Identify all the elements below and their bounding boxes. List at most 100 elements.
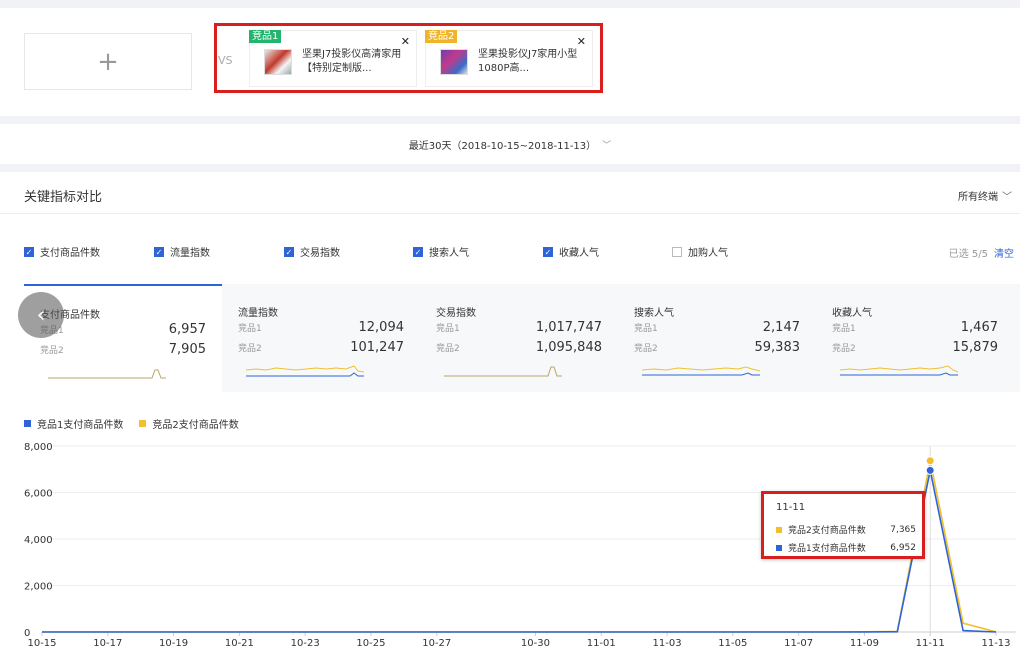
series-label: 竞品1 [436,324,460,334]
metric-value: 12,094 [358,320,405,335]
series-label: 竞品2 [436,344,460,354]
checkbox-icon: ✓ [543,246,553,257]
clear-link[interactable]: 清空 [994,245,1014,260]
sparkline [642,366,760,376]
metric-name: 流量指数 [238,308,278,319]
checkbox-label: 收藏人气 [559,248,599,259]
x-tick-label: 11-11 [916,638,945,649]
x-tick-label: 10-21 [225,638,254,649]
metric-name: 搜索人气 [634,308,674,319]
series-label: 竞品2 [40,346,64,356]
y-tick-label: 4,000 [24,535,53,546]
legend-swatch [24,420,31,427]
x-tick-label: 10-25 [356,638,385,649]
date-range-label: 最近30天（2018-10-15~2018-11-13） [408,140,597,152]
checkbox-icon: ✓ [24,246,34,257]
tooltip-swatch [776,526,782,533]
series-label: 竞品2 [238,344,262,354]
x-tick-label: 11-07 [784,638,813,649]
sparkline [840,365,958,376]
metric-value: 7,905 [168,342,206,357]
metric-value: 15,879 [952,340,999,355]
section-header: 关键指标对比 所有终端 ﹀ [0,172,1020,214]
checkbox-label: 搜索人气 [429,248,469,259]
sparkline [246,365,364,377]
y-tick-label: 6,000 [24,489,53,500]
tooltip-value: 7,365 [890,524,916,535]
chevron-down-icon: ﹀ [602,140,612,151]
highlight-frame [214,23,603,93]
terminal-select-label: 所有终端 [958,192,998,203]
checkbox-label: 支付商品件数 [40,248,100,259]
metric-name: 收藏人气 [832,308,872,319]
x-tick-label: 11-03 [653,638,682,649]
x-tick-label: 11-05 [718,638,747,649]
metric-name: 交易指数 [436,308,476,319]
chevron-down-icon: ﹀ [1002,192,1012,203]
tooltip-label: 竞品1支付商品件数 [788,544,866,554]
legend-label: 竞品1支付商品件数 [37,420,124,431]
checkbox-icon: ✓ [672,246,682,257]
checkbox-icon: ✓ [284,246,294,257]
x-tick-label: 10-19 [159,638,188,649]
x-tick-label: 10-30 [521,638,550,649]
y-tick-label: 2,000 [24,582,53,593]
x-tick-label: 10-23 [291,638,320,649]
metric-card-trade-index[interactable]: 交易指数 竞品1 1,017,747 竞品2 1,095,848 [420,284,618,392]
legend-swatch [139,420,147,427]
series-label: 竞品1 [238,324,262,334]
x-tick-label: 10-27 [422,638,451,649]
tooltip-value: 6,952 [890,542,916,553]
selected-count: 已选 5/5 [948,249,988,260]
tooltip-label: 竞品2支付商品件数 [788,526,866,536]
metric-value: 1,017,747 [535,320,602,335]
y-tick-label: 8,000 [24,442,53,453]
tooltip-date: 11-11 [776,502,806,513]
date-range-selector[interactable]: 最近30天（2018-10-15~2018-11-13） ﹀ [0,124,1020,164]
series-label: 竞品2 [634,344,658,354]
x-tick-label: 11-09 [850,638,879,649]
checkbox-label: 加购人气 [688,248,728,259]
prev-arrow-button[interactable]: ‹ [18,292,64,338]
checkbox-pay-items[interactable]: ✓ 支付商品件数 [24,244,100,259]
key-metrics-panel: 关键指标对比 所有终端 ﹀ ✓ 支付商品件数 ✓ 流量指数 ✓ 交易指数 ✓ 搜索人气 ✓… [0,172,1020,667]
metric-value: 6,957 [168,322,206,337]
series-point-2 [925,456,935,466]
metric-card-favorite-popularity[interactable]: 收藏人气 竞品1 1,467 竞品2 15,879 [816,284,1014,392]
checkbox-search-popularity[interactable]: ✓ 搜索人气 [413,244,469,259]
metric-card-traffic-index[interactable]: 流量指数 竞品1 12,094 竞品2 101,247 [222,284,420,392]
checkbox-cart-popularity[interactable]: ✓ 加购人气 [672,244,728,259]
legend-item-series1[interactable]: 竞品1支付商品件数 [24,416,123,431]
checkbox-favorite-popularity[interactable]: ✓ 收藏人气 [543,244,599,259]
metric-value: 1,467 [960,320,998,335]
section-title: 关键指标对比 [24,190,103,205]
x-tick-label: 11-13 [981,638,1010,649]
checkbox-icon: ✓ [154,246,164,257]
legend-label: 竞品2支付商品件数 [152,420,239,431]
add-competitor-button[interactable]: + [24,33,192,90]
checkbox-label: 流量指数 [170,248,210,259]
sparkline [444,366,562,377]
sparkline [48,369,166,379]
metric-value: 101,247 [350,340,404,355]
series-point-1 [925,465,935,475]
x-tick-label: 10-17 [93,638,122,649]
chart-tooltip: 11-11 竞品2支付商品件数 7,365 竞品1支付商品件数 6,952 [761,491,925,559]
metric-value: 59,383 [754,340,801,355]
checkbox-trade-index[interactable]: ✓ 交易指数 [284,244,340,259]
metric-value: 2,147 [762,320,800,335]
metric-cards: 支付商品件数 竞品16,957 竞品27,905 流量指数 竞品112,094 … [24,284,1020,392]
legend-item-series2[interactable]: 竞品2支付商品件数 [139,416,239,431]
x-tick-label: 10-15 [27,638,56,649]
checkbox-icon: ✓ [413,246,423,257]
checkbox-traffic-index[interactable]: ✓ 流量指数 [154,244,210,259]
terminal-select[interactable]: 所有终端 ﹀ [958,188,1012,203]
series-label: 竞品1 [832,324,856,334]
metric-card-search-popularity[interactable]: 搜索人气 竞品1 2,147 竞品2 59,383 [618,284,816,392]
compare-panel: + VS 竞品1 坚果J7投影仪高清家用【特别定制版... ✕ 竞品2 坚果投影… [0,8,1020,116]
metric-value: 1,095,848 [535,340,602,355]
tooltip-swatch [776,544,782,551]
checkbox-label: 交易指数 [300,248,340,259]
x-tick-label: 11-01 [587,638,616,649]
series-label: 竞品2 [832,344,856,354]
